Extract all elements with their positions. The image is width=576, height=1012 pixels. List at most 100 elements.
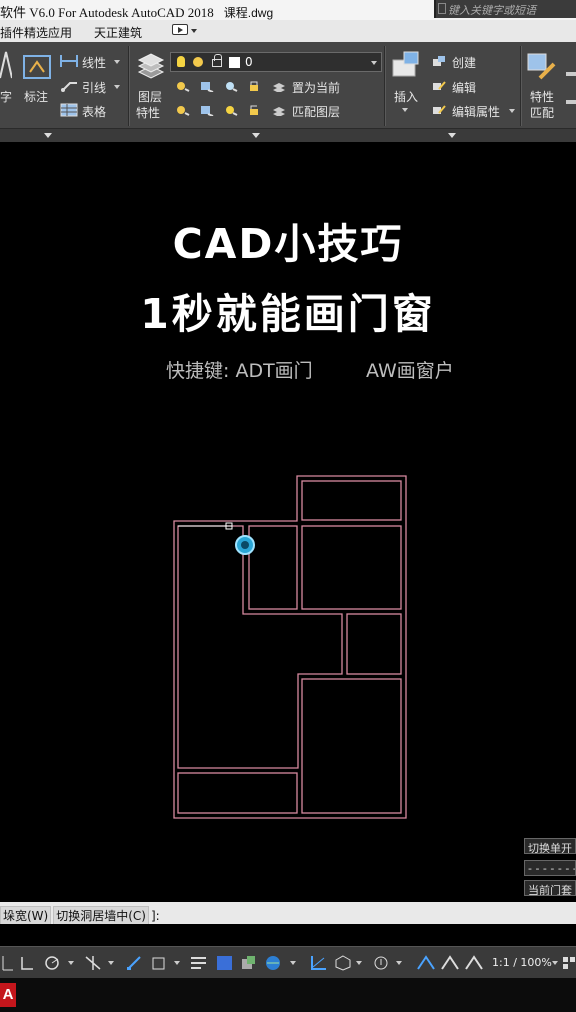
annotation-visibility-icon[interactable] [416,955,436,971]
video-icon[interactable] [172,24,188,35]
autocad-logo-icon[interactable]: A [0,983,16,1007]
edit-label[interactable]: 编辑 [452,79,476,96]
linear-dropdown-icon[interactable] [114,60,120,64]
3d-osnap-icon[interactable] [264,955,284,971]
tab-featured-apps[interactable]: 精选应用 [24,24,72,41]
layer-off-icon[interactable] [176,80,190,92]
match-props-label-2[interactable]: 匹配 [530,104,554,121]
dynamic-ucs-icon[interactable] [310,955,328,971]
chevron-down-icon[interactable] [371,61,377,65]
toggle-single-door-button[interactable]: 切换单开 [524,838,576,854]
set-current-label[interactable]: 置为当前 [292,79,340,96]
layer-isolate-icon[interactable] [200,80,214,92]
layer-unisolate-icon[interactable] [200,104,214,116]
ribbon-panel: 字 标注 线性 引线 表格 图层 特性 0 置为当前 匹配图层 插入 创建 编辑… [0,42,576,142]
title-bar: 软件 V6.0 For Autodesk AutoCAD 2018 课程.dwg … [0,0,576,20]
color-swatch [229,57,240,68]
create-label[interactable]: 创建 [452,54,476,71]
layer-unlock-icon[interactable] [248,104,262,116]
panel-expand-icon[interactable] [448,133,456,138]
dashed-separator: - - - - - - - - [524,860,576,876]
isodraft-icon[interactable] [84,955,102,971]
shortcut-window-text: AW画窗户 [366,360,454,382]
layer-freeze-icon[interactable] [224,80,238,92]
match-props-label-1[interactable]: 特性 [530,88,554,105]
snap-tracking-icon[interactable] [150,955,168,971]
outer-wall-inner-line [177,525,343,769]
selection-cycling-icon[interactable] [240,955,258,971]
command-line[interactable]: 垛宽(W) 切换洞居墙中(C)]: [0,902,576,925]
search-input[interactable]: 键入关键字或短语 [434,0,576,18]
text-icon [0,51,12,79]
video-heading-line1: CAD小技巧 [172,220,404,268]
panel-expand-icon[interactable] [44,133,52,138]
insert-label[interactable]: 插入 [394,88,418,105]
gizmo-dropdown-icon[interactable] [356,961,362,965]
auto-scale-icon[interactable] [440,955,460,971]
annotation-monitor-icon[interactable] [372,955,390,971]
linear-label[interactable]: 线性 [82,54,106,71]
tab-plugins[interactable]: 插件 [0,24,24,41]
polar-dropdown-icon[interactable] [68,961,74,965]
room-bottom-left [177,772,298,814]
edit-attr-label[interactable]: 编辑属性 [452,103,500,120]
lineweight-icon[interactable] [190,955,208,971]
dimension-icon[interactable] [22,52,52,82]
edit-block-icon[interactable] [432,79,446,91]
tab-tangent-arch[interactable]: 天正建筑 [94,24,142,41]
workspace-icon[interactable] [562,955,576,971]
current-door-frame-label[interactable]: 当前门套 [524,880,576,896]
layer-props-label-2[interactable]: 特性 [136,104,160,121]
table-label[interactable]: 表格 [82,103,106,120]
layer-props-label-1[interactable]: 图层 [138,88,162,105]
panel-expand-icon[interactable] [252,133,260,138]
zoom-level[interactable]: 1:1 / 100% [492,956,552,969]
3d-osnap-dropdown-icon[interactable] [290,961,296,965]
polar-tracking-icon[interactable] [44,955,62,971]
search-placeholder: 键入关键字或短语 [448,4,536,17]
cmd-option-buttress-width[interactable]: 垛宽(W) [0,906,52,925]
match-layer-label[interactable]: 匹配图层 [292,103,340,120]
layer-properties-icon[interactable] [136,52,166,82]
room-small-entry [248,525,298,610]
unlock-icon [212,54,222,67]
text-button-label[interactable]: 字 [0,88,12,105]
search-icon [438,3,446,14]
chevron-down-icon[interactable] [191,29,197,33]
room-right-lower [301,678,402,814]
leader-dropdown-icon[interactable] [114,85,120,89]
transparency-icon[interactable] [216,955,234,971]
annotation-scale-icon[interactable] [464,955,484,971]
layer-lock-icon[interactable] [248,80,262,92]
ribbon-tab-row: 插件 精选应用 天正建筑 [0,20,576,42]
snap-dropdown-icon[interactable] [174,961,180,965]
annotation-dropdown-icon[interactable] [396,961,402,965]
cmd-option-toggle-center[interactable]: 切换洞居墙中(C) [53,906,149,925]
insert-block-icon[interactable] [390,50,422,82]
insert-dropdown-icon[interactable] [402,108,408,112]
match-properties-icon[interactable] [526,50,558,82]
room-right-upper [301,525,402,610]
grid-display-icon[interactable] [2,955,14,971]
zoom-dropdown-icon[interactable] [552,961,558,965]
floor-plan-drawing[interactable] [0,0,576,1012]
cursor-ring [235,535,255,555]
layer-thaw-icon[interactable] [224,104,238,116]
leader-label[interactable]: 引线 [82,79,106,96]
table-icon [60,103,78,117]
object-snap-icon[interactable] [126,955,144,971]
ortho-icon[interactable] [20,955,34,971]
annotate-label[interactable]: 标注 [24,88,48,105]
drawing-area-bottom [0,924,576,946]
match-layer-icon[interactable] [272,104,286,116]
set-current-icon[interactable] [272,80,286,92]
edit-attr-dropdown-icon[interactable] [509,109,515,113]
edit-attribute-icon[interactable] [432,103,446,115]
leader-icon [61,82,77,92]
layer-on-icon[interactable] [176,104,190,116]
isodraft-dropdown-icon[interactable] [108,961,114,965]
room-top-right [301,480,402,521]
layer-dropdown[interactable]: 0 [170,52,382,72]
gizmo-icon[interactable] [334,955,352,971]
create-block-icon[interactable] [432,55,446,67]
